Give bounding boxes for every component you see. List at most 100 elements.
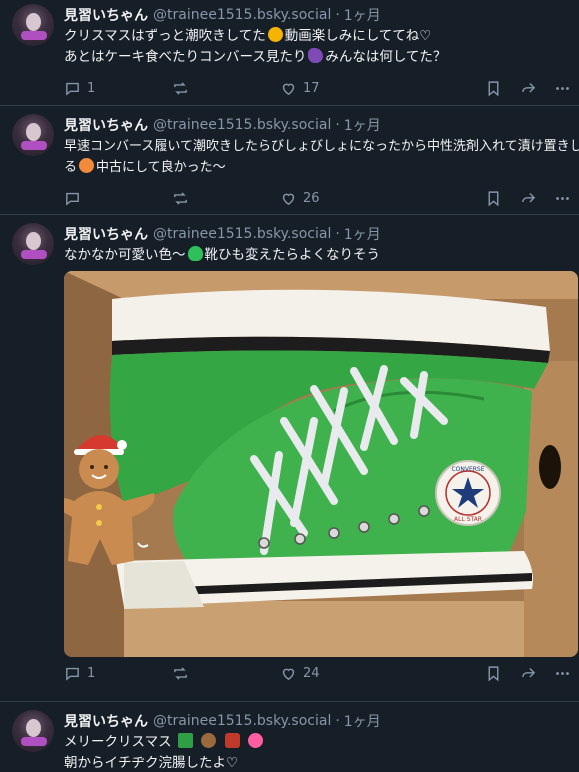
post-text-line: メリークリスマス	[64, 734, 172, 750]
bookmark-button[interactable]	[485, 190, 502, 207]
post-actions: 1 17	[64, 74, 569, 104]
post-item[interactable]: 見習いちゃん @trainee1515.bsky.social · 1ヶ月 クリ…	[0, 0, 579, 106]
svg-text:CONVERSE: CONVERSE	[451, 466, 484, 473]
like-count: 26	[303, 191, 320, 206]
post-text-line: みんなは何してた？	[325, 49, 447, 65]
post-text: 早速コンバース履いて潮吹きしたらびしょびしょになったから中性洗剤入れて漬け置きし…	[64, 136, 579, 178]
reply-button[interactable]: 1	[64, 665, 95, 682]
repost-button[interactable]	[172, 665, 195, 682]
avatar[interactable]	[12, 114, 54, 156]
sled-emoji	[224, 733, 240, 748]
sparkling-heart-emoji	[247, 733, 263, 748]
share-button[interactable]	[520, 80, 537, 97]
post-item[interactable]: 見習いちゃん @trainee1515.bsky.social · 1ヶ月 なか…	[0, 215, 579, 702]
avatar[interactable]	[12, 4, 54, 46]
bookmark-icon	[488, 666, 499, 682]
more-icon	[556, 87, 569, 90]
post-text-line: なかなか可愛い色〜	[64, 247, 186, 263]
share-icon	[522, 83, 536, 93]
post-actions: 26	[64, 184, 569, 214]
reply-count: 1	[87, 666, 96, 681]
more-icon	[556, 197, 569, 200]
repost-icon	[174, 667, 187, 680]
separator-dot: ·	[335, 226, 340, 242]
post-time[interactable]: 1ヶ月	[344, 711, 381, 731]
reply-icon	[66, 192, 79, 206]
sneaker-photo: CONVERSE ALL STAR	[64, 271, 578, 657]
like-button[interactable]: 17	[280, 80, 320, 97]
like-count: 17	[303, 81, 320, 96]
grinning-face-emoji	[267, 27, 283, 42]
post-text-line: 靴ひも変えたらよくなりそう	[204, 247, 381, 263]
post-time[interactable]: 1ヶ月	[344, 5, 381, 25]
post-text-line: 中古にして良かった〜	[96, 160, 226, 175]
author-name[interactable]: 見習いちゃん	[64, 711, 148, 731]
post-item[interactable]: 見習いちゃん @trainee1515.bsky.social · 1ヶ月 早速…	[0, 106, 579, 215]
post-text-line: 動画楽しみにしててね♡	[284, 28, 432, 44]
post-text-line: あとはケーキ食べたりコンバース見たり	[64, 49, 307, 65]
repost-icon	[174, 192, 187, 205]
post-text-line: る	[64, 160, 78, 175]
eggplant-emoji	[308, 48, 324, 63]
reply-button[interactable]: 1	[64, 80, 95, 97]
post-text-line: クリスマスはずっと潮吹きしてた	[64, 28, 266, 44]
author-name[interactable]: 見習いちゃん	[64, 5, 148, 25]
author-name[interactable]: 見習いちゃん	[64, 224, 148, 244]
reply-count: 1	[87, 81, 96, 96]
share-icon	[522, 668, 536, 678]
converse-all-star-patch: CONVERSE ALL STAR	[435, 460, 501, 526]
post-header: 見習いちゃん @trainee1515.bsky.social · 1ヶ月	[64, 4, 569, 26]
green-heart-emoji	[187, 246, 203, 261]
bookmark-button[interactable]	[485, 665, 502, 682]
more-button[interactable]	[554, 190, 571, 207]
author-handle[interactable]: @trainee1515.bsky.social	[153, 226, 331, 242]
author-handle[interactable]: @trainee1515.bsky.social	[153, 7, 331, 23]
separator-dot: ·	[335, 713, 340, 729]
post-time[interactable]: 1ヶ月	[344, 224, 381, 244]
author-handle[interactable]: @trainee1515.bsky.social	[153, 713, 331, 729]
bookmark-icon	[488, 191, 499, 207]
post-text: なかなか可愛い色〜 靴ひも変えたらよくなりそう	[64, 245, 569, 266]
post-text: メリークリスマス 朝からイチヂク浣腸したよ♡	[64, 732, 569, 772]
more-icon	[556, 672, 569, 675]
bookmark-button[interactable]	[485, 80, 502, 97]
like-icon	[282, 668, 295, 681]
post-header: 見習いちゃん @trainee1515.bsky.social · 1ヶ月	[64, 223, 569, 245]
repost-icon	[174, 82, 187, 95]
avatar[interactable]	[12, 710, 54, 752]
reindeer-emoji	[201, 733, 217, 748]
repost-button[interactable]	[172, 190, 195, 207]
share-button[interactable]	[520, 665, 537, 682]
like-button[interactable]: 24	[280, 665, 320, 682]
box-hole	[539, 445, 561, 489]
post-text-line: 朝からイチヂク浣腸したよ♡	[64, 755, 239, 771]
reply-button[interactable]	[64, 190, 87, 207]
post-time[interactable]: 1ヶ月	[344, 115, 381, 135]
author-handle[interactable]: @trainee1515.bsky.social	[153, 117, 331, 133]
reply-icon	[66, 82, 79, 96]
avatar[interactable]	[12, 223, 54, 265]
post-header: 見習いちゃん @trainee1515.bsky.social · 1ヶ月	[64, 710, 569, 732]
post-actions: 1 24	[64, 659, 569, 689]
post-text-line: 早速コンバース履いて潮吹きしたらびしょびしょになったから中性洗剤入れて漬け置きし…	[64, 139, 579, 154]
flushed-face-emoji	[79, 158, 95, 173]
share-icon	[522, 193, 536, 203]
christmas-tree-emoji	[177, 733, 193, 748]
like-button[interactable]: 26	[280, 190, 320, 207]
post-feed: 見習いちゃん @trainee1515.bsky.social · 1ヶ月 クリ…	[0, 0, 579, 772]
post-item[interactable]: 見習いちゃん @trainee1515.bsky.social · 1ヶ月 メリ…	[0, 702, 579, 772]
separator-dot: ·	[335, 7, 340, 23]
svg-text:ALL STAR: ALL STAR	[454, 516, 482, 523]
separator-dot: ·	[335, 117, 340, 133]
like-count: 24	[303, 666, 320, 681]
author-name[interactable]: 見習いちゃん	[64, 115, 148, 135]
post-image[interactable]: CONVERSE ALL STAR	[64, 271, 578, 657]
share-button[interactable]	[520, 190, 537, 207]
more-button[interactable]	[554, 80, 571, 97]
reply-icon	[66, 667, 79, 681]
post-header: 見習いちゃん @trainee1515.bsky.social · 1ヶ月	[64, 114, 569, 136]
bookmark-icon	[488, 81, 499, 97]
post-text: クリスマスはずっと潮吹きしてた 動画楽しみにしててね♡ あとはケーキ食べたりコンバ…	[64, 26, 569, 68]
repost-button[interactable]	[172, 80, 195, 97]
more-button[interactable]	[554, 665, 571, 682]
